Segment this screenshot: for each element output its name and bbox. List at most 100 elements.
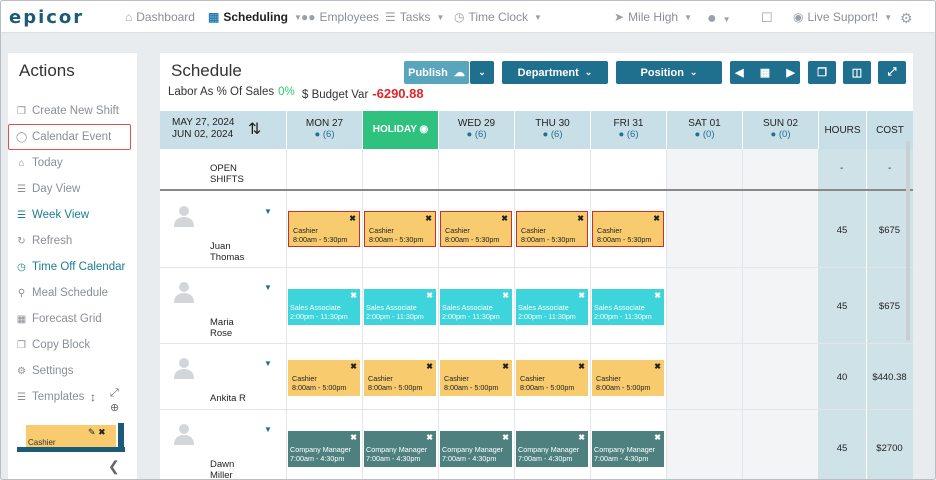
close-icon[interactable]: ✖ [578, 362, 585, 371]
nav-settings[interactable]: ⚙ [900, 10, 913, 27]
calendar-icon[interactable]: ▦ [760, 66, 770, 79]
nav-scheduling[interactable]: ▦ Scheduling ▼ [208, 10, 302, 24]
nav-location[interactable]: ➤ Mile High ▼ [614, 10, 692, 24]
department-dropdown[interactable]: Department ⌄ [502, 61, 608, 84]
close-icon[interactable]: ✖ [654, 362, 661, 371]
shift-block[interactable]: ✖ Sales Associate 2:00pm - 11:30pm [516, 289, 588, 325]
shift-block[interactable]: ✖ Sales Associate 2:00pm - 11:30pm [288, 289, 360, 325]
action-day-view[interactable]: ☰ Day View [16, 183, 80, 195]
shift-block[interactable]: ✖ Sales Associate 2:00pm - 11:30pm [592, 289, 664, 325]
shift-block[interactable]: ✖ Cashier 8:00am - 5:30pm [592, 211, 664, 247]
shift-block[interactable]: ✖ Company Manager 7:00am - 4:30pm [364, 431, 436, 467]
close-icon[interactable]: ✖ [578, 291, 585, 300]
close-icon[interactable]: ✖ [502, 362, 509, 371]
action-refresh[interactable]: ↻ Refresh [16, 235, 72, 247]
close-icon[interactable]: ✖ [350, 362, 357, 371]
action-today[interactable]: ⌂ Today [16, 157, 62, 169]
action-label: Forecast Grid [32, 313, 102, 325]
publish-button[interactable]: Publish ☁ [404, 61, 469, 84]
position-dropdown[interactable]: Position ⌄ [616, 61, 722, 84]
shift-block[interactable]: ✖ Cashier 8:00am - 5:30pm [516, 211, 588, 247]
employee-menu-caret-icon[interactable]: ▼ [264, 283, 272, 292]
close-icon[interactable]: ✖ [98, 427, 106, 437]
close-icon[interactable]: ✖ [425, 214, 432, 223]
close-icon[interactable]: ✖ [426, 362, 433, 371]
action-copy-block[interactable]: ❐ Copy Block [16, 339, 90, 351]
shift-block[interactable]: ✖ Cashier 8:00am - 5:30pm [288, 211, 360, 247]
copy-icon: ❐ [17, 105, 26, 117]
action-time-off-calendar[interactable]: ◷ Time Off Calendar [16, 261, 125, 273]
close-icon[interactable]: ✖ [350, 433, 357, 442]
nav-live-support[interactable]: ◉ Live Support! ▼ [793, 10, 892, 24]
action-templates[interactable]: ☰ Templates [16, 391, 84, 403]
day-header-mon[interactable]: MON 27 ● (6) [286, 111, 362, 149]
close-icon[interactable]: ✖ [349, 214, 356, 223]
shift-block[interactable]: ✖ Company Manager 7:00am - 4:30pm [288, 431, 360, 467]
action-label: Copy Block [32, 339, 91, 351]
nav-tasks[interactable]: ☰ Tasks ▼ [385, 10, 444, 24]
close-icon[interactable]: ✖ [654, 291, 661, 300]
close-icon[interactable]: ✖ [653, 214, 660, 223]
action-week-view[interactable]: ☰ Week View [16, 209, 89, 221]
resize-vertical-icon[interactable]: ↕ [90, 390, 96, 404]
day-header-sat[interactable]: SAT 01 ● (0) [666, 111, 742, 149]
day-header-holiday[interactable]: HOLIDAY ◉ [362, 111, 438, 149]
add-circle-icon[interactable]: ⊕ [110, 401, 119, 414]
shift-block[interactable]: ✖ Cashier 8:00am - 5:00pm [592, 360, 664, 396]
action-calendar-event[interactable]: ◯ Calendar Event [16, 131, 111, 143]
export-excel-button[interactable]: ◫ [843, 61, 871, 84]
day-header-sun[interactable]: SUN 02 ● (0) [742, 111, 818, 149]
close-icon[interactable]: ✖ [577, 214, 584, 223]
collapse-chevron-left-icon[interactable]: ❮ [108, 458, 120, 475]
nav-dashboard[interactable]: ⌂ Dashboard [125, 10, 195, 24]
action-forecast-grid[interactable]: ▦ Forecast Grid [16, 313, 102, 325]
nav-messages[interactable]: ☐ [761, 10, 773, 26]
shift-block[interactable]: ✖ Company Manager 7:00am - 4:30pm [592, 431, 664, 467]
shift-block[interactable]: ✖ Cashier 8:00am - 5:30pm [364, 211, 436, 247]
employee-menu-caret-icon[interactable]: ▼ [264, 425, 272, 434]
close-icon[interactable]: ✖ [426, 433, 433, 442]
position-label: Position [640, 66, 684, 79]
employee-cost: $440.38 [872, 372, 907, 383]
shift-block[interactable]: ✖ Cashier 8:00am - 5:00pm [364, 360, 436, 396]
shift-block[interactable]: ✖ Company Manager 7:00am - 4:30pm [440, 431, 512, 467]
employee-menu-caret-icon[interactable]: ▼ [264, 207, 272, 216]
day-header-wed[interactable]: WED 29 ● (6) [438, 111, 514, 149]
day-count: (0) [702, 129, 715, 140]
close-icon[interactable]: ✖ [426, 291, 433, 300]
copy-schedule-button[interactable]: ❐ [808, 61, 836, 84]
shift-block[interactable]: ✖ Cashier 8:00am - 5:00pm [288, 360, 360, 396]
action-meal-schedule[interactable]: ⚲ Meal Schedule [16, 287, 108, 299]
expand-icon[interactable]: ⤢ [110, 387, 119, 400]
employee-menu-caret-icon[interactable]: ▼ [264, 359, 272, 368]
close-icon[interactable]: ✖ [350, 291, 357, 300]
shift-block[interactable]: ✖ Cashier 8:00am - 5:30pm [440, 211, 512, 247]
nav-employees[interactable]: ●● Employees [301, 10, 379, 24]
edit-icon[interactable]: ✎ [88, 427, 96, 437]
close-icon[interactable]: ✖ [502, 291, 509, 300]
action-create-new-shift[interactable]: ❐ Create New Shift [16, 105, 119, 117]
close-icon[interactable]: ✖ [501, 214, 508, 223]
day-header-fri[interactable]: FRI 31 ● (6) [590, 111, 666, 149]
grid-col-line [286, 149, 287, 479]
shift-block[interactable]: ✖ Sales Associate 2:00pm - 11:30pm [440, 289, 512, 325]
day-header-thu[interactable]: THU 30 ● (6) [514, 111, 590, 149]
nav-time-clock[interactable]: ◷ Time Clock ▼ [454, 10, 542, 24]
close-icon[interactable]: ✖ [502, 433, 509, 442]
close-icon[interactable]: ✖ [578, 433, 585, 442]
nav-user-menu[interactable]: ● ▼ [707, 10, 731, 28]
shift-block[interactable]: ✖ Sales Associate 2:00pm - 11:30pm [364, 289, 436, 325]
vertical-scrollbar[interactable] [906, 141, 910, 341]
close-icon[interactable]: ✖ [654, 433, 661, 442]
fullscreen-button[interactable]: ⤢ [878, 61, 906, 84]
next-week-icon[interactable]: ▶ [786, 66, 794, 79]
sort-icon[interactable]: ⇅ [248, 119, 261, 139]
shift-block[interactable]: ✖ Cashier 8:00am - 5:00pm [516, 360, 588, 396]
action-settings[interactable]: ⚙ Settings [16, 365, 74, 377]
publish-dropdown-button[interactable]: ⌄ [470, 61, 494, 84]
budget-value: -6290.88 [372, 86, 424, 101]
shift-block[interactable]: ✖ Company Manager 7:00am - 4:30pm [516, 431, 588, 467]
shift-block[interactable]: ✖ Cashier 8:00am - 5:00pm [440, 360, 512, 396]
day-count: (6) [550, 129, 563, 140]
prev-week-icon[interactable]: ◀ [735, 66, 743, 79]
